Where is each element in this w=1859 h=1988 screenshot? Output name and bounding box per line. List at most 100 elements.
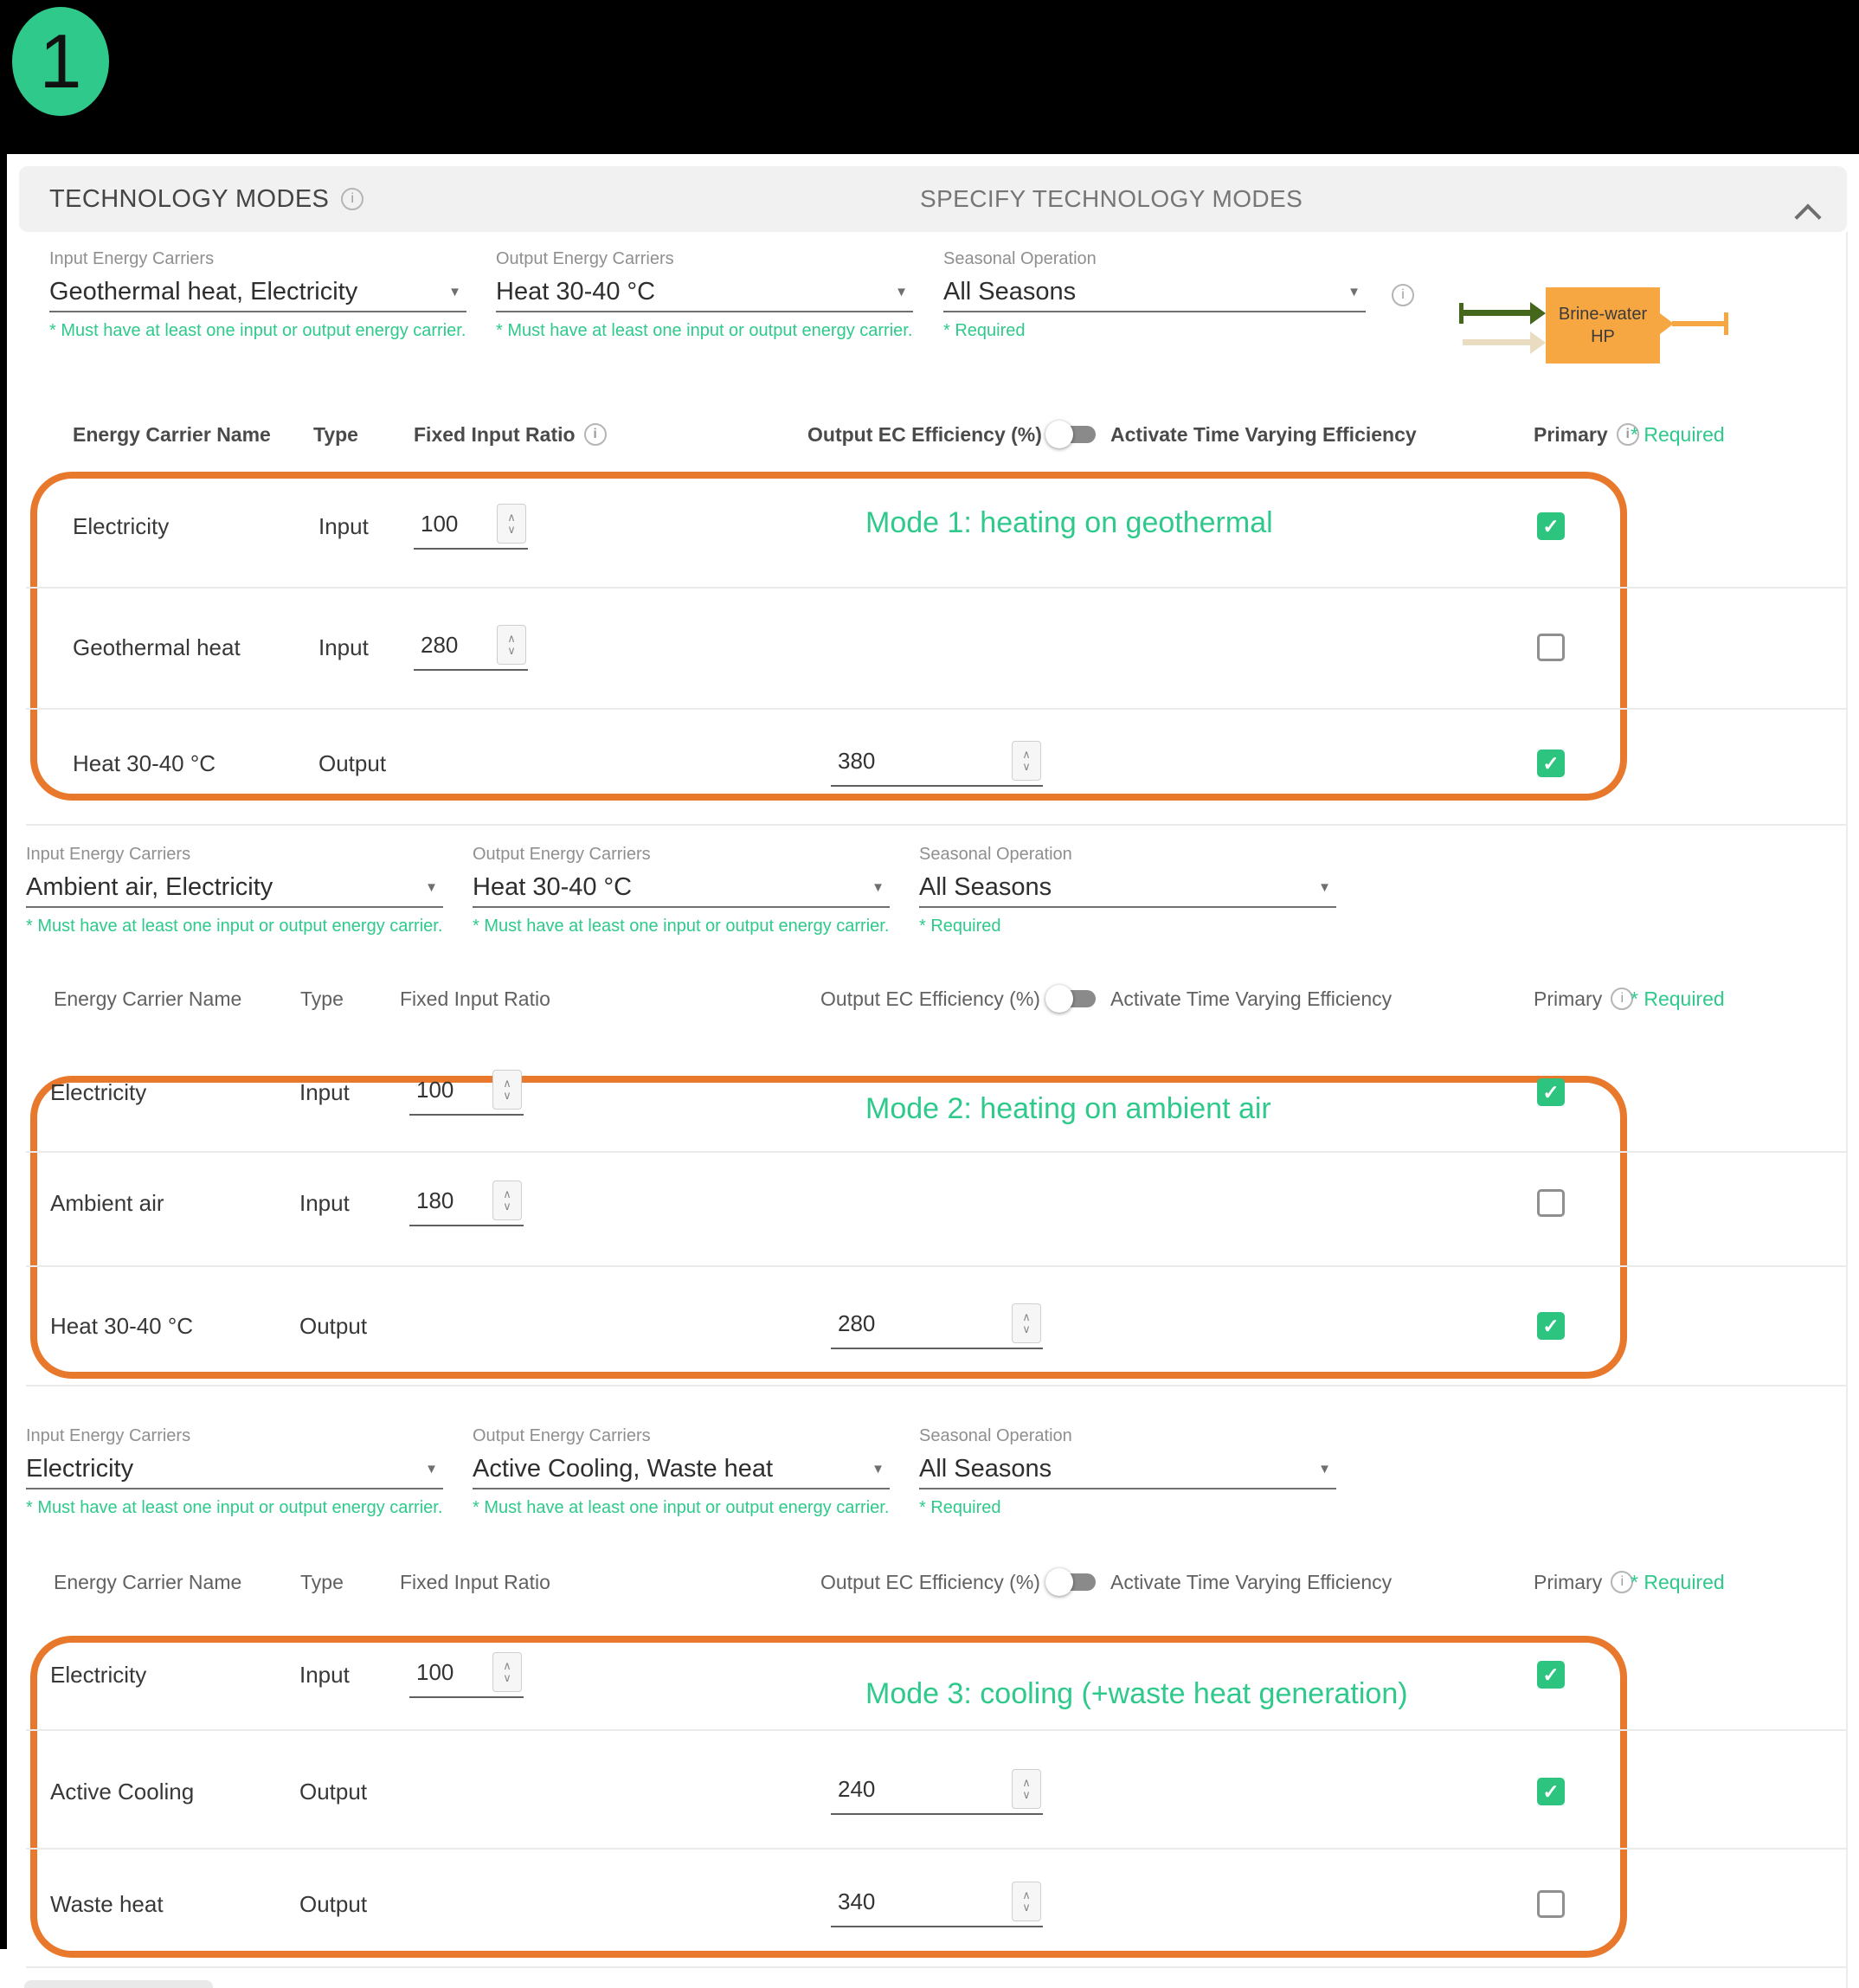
seasonal-select[interactable]: All Seasons ▼ — [943, 273, 1366, 312]
output-carriers-group: Output Energy Carriers Active Cooling, W… — [473, 1426, 890, 1518]
mode-1-annotation: Mode 1: heating on geothermal — [865, 506, 1273, 540]
time-varying-toggle[interactable] — [1045, 983, 1101, 1014]
row-divider — [26, 708, 1847, 710]
stepper-down-icon: ∨ — [507, 645, 516, 657]
seasonal-select[interactable]: All Seasons ▼ — [919, 868, 1336, 908]
fixed-input-ratio-field[interactable]: 280 ∧∨ — [414, 624, 528, 671]
step-number-badge: 1 — [12, 7, 109, 116]
input-carriers-label: Input Energy Carriers — [49, 249, 466, 269]
input-carriers-select[interactable]: Geothermal heat, Electricity ▼ — [49, 273, 466, 312]
primary-checkbox[interactable] — [1537, 634, 1565, 661]
seasonal-operation-group: Seasonal Operation All Seasons ▼ * Requi… — [919, 845, 1336, 936]
dropdown-caret-icon: ▼ — [1318, 880, 1336, 895]
panel-title: TECHNOLOGY MODES — [49, 185, 329, 214]
fixed-input-ratio-field[interactable]: 100 ∧∨ — [414, 503, 528, 550]
mode-2-annotation: Mode 2: heating on ambient air — [865, 1092, 1271, 1126]
stepper-down-icon: ∨ — [1022, 761, 1031, 773]
output-carriers-group: Output Energy Carriers Heat 30-40 °C ▼ *… — [496, 249, 913, 341]
number-stepper[interactable]: ∧∨ — [1012, 1769, 1041, 1809]
primary-checkbox[interactable] — [1537, 1312, 1565, 1340]
carrier-table-header: Energy Carrier Name Type Fixed Input Rat… — [0, 415, 1859, 454]
carrier-row: Ambient air Input 180 ∧∨ — [0, 1177, 1859, 1229]
stepper-down-icon: ∨ — [1022, 1901, 1031, 1914]
output-carriers-select[interactable]: Heat 30-40 °C ▼ — [473, 868, 890, 908]
carrier-row: Waste heat Output 340 ∧∨ — [0, 1878, 1859, 1930]
input-carriers-select[interactable]: Ambient air, Electricity ▼ — [26, 868, 443, 908]
primary-checkbox[interactable] — [1537, 1189, 1565, 1217]
carrier-hint: * Must have at least one input or output… — [49, 321, 466, 341]
stepper-up-icon: ∧ — [1022, 749, 1031, 761]
seasonal-operation-group: Seasonal Operation All Seasons ▼ * Requi… — [943, 249, 1366, 341]
number-stepper[interactable]: ∧∨ — [497, 625, 526, 665]
carrier-row: Active Cooling Output 240 ∧∨ — [0, 1766, 1859, 1818]
number-stepper[interactable]: ∧∨ — [497, 504, 526, 544]
fixed-input-ratio-field[interactable]: 100 ∧∨ — [409, 1069, 524, 1116]
input-carriers-group: Input Energy Carriers Ambient air, Elect… — [26, 845, 443, 936]
carrier-row: Geothermal heat Input 280 ∧∨ — [0, 621, 1859, 673]
partial-button[interactable] — [24, 1980, 213, 1988]
stepper-down-icon: ∨ — [503, 1090, 511, 1102]
number-stepper[interactable]: ∧∨ — [492, 1181, 522, 1220]
carrier-table-header: Energy Carrier Name Type Fixed Input Rat… — [0, 980, 1859, 1018]
output-carriers-label: Output Energy Carriers — [496, 249, 913, 269]
input-carriers-select[interactable]: Electricity ▼ — [26, 1450, 443, 1489]
fixed-input-ratio-field[interactable]: 100 ∧∨ — [409, 1651, 524, 1698]
dropdown-caret-icon: ▼ — [425, 1462, 443, 1477]
stepper-down-icon: ∨ — [503, 1200, 511, 1213]
stepper-up-icon: ∧ — [1022, 1889, 1031, 1901]
primary-checkbox[interactable] — [1537, 1078, 1565, 1106]
stepper-up-icon: ∧ — [503, 1188, 511, 1200]
time-varying-toggle[interactable] — [1045, 1567, 1101, 1598]
primary-checkbox[interactable] — [1537, 1890, 1565, 1918]
row-divider — [26, 1265, 1847, 1267]
seasonal-select[interactable]: All Seasons ▼ — [919, 1450, 1336, 1489]
info-icon[interactable]: i — [341, 188, 363, 210]
carrier-row: Heat 30-40 °C Output 380 ∧∨ — [0, 737, 1859, 789]
stepper-up-icon: ∧ — [503, 1660, 511, 1672]
primary-checkbox[interactable] — [1537, 750, 1565, 777]
carrier-hint: * Must have at least one input or output… — [496, 321, 913, 341]
number-stepper[interactable]: ∧∨ — [1012, 741, 1041, 781]
section-divider — [26, 1966, 1847, 1968]
stepper-down-icon: ∨ — [1022, 1789, 1031, 1801]
primary-checkbox[interactable] — [1537, 1661, 1565, 1689]
output-carriers-select[interactable]: Active Cooling, Waste heat ▼ — [473, 1450, 890, 1489]
stepper-up-icon: ∧ — [507, 633, 516, 645]
output-carriers-select[interactable]: Heat 30-40 °C ▼ — [496, 273, 913, 312]
dropdown-caret-icon: ▼ — [872, 1462, 890, 1477]
mode-3-annotation: Mode 3: cooling (+waste heat generation) — [865, 1677, 1408, 1711]
info-icon[interactable]: i — [1392, 284, 1414, 306]
row-divider — [26, 587, 1847, 589]
time-varying-toggle[interactable] — [1045, 419, 1101, 450]
panel-subtitle: SPECIFY TECHNOLOGY MODES — [920, 166, 1303, 232]
number-stepper[interactable]: ∧∨ — [1012, 1303, 1041, 1343]
number-stepper[interactable]: ∧∨ — [492, 1652, 522, 1692]
fixed-input-ratio-field[interactable]: 180 ∧∨ — [409, 1180, 524, 1226]
required-hint: * Required — [943, 321, 1366, 341]
stepper-down-icon: ∨ — [507, 524, 516, 536]
section-divider — [26, 824, 1847, 826]
output-efficiency-field[interactable]: 340 ∧∨ — [831, 1881, 1043, 1927]
stepper-up-icon: ∧ — [1022, 1311, 1031, 1323]
row-divider — [26, 1848, 1847, 1850]
number-stepper[interactable]: ∧∨ — [1012, 1882, 1041, 1921]
dropdown-caret-icon: ▼ — [1348, 285, 1366, 299]
dropdown-caret-icon: ▼ — [448, 285, 466, 299]
technology-diagram: Brine-water HP — [1457, 279, 1743, 369]
info-icon[interactable]: i — [584, 423, 607, 446]
primary-checkbox[interactable] — [1537, 1778, 1565, 1805]
output-carriers-group: Output Energy Carriers Heat 30-40 °C ▼ *… — [473, 845, 890, 936]
number-stepper[interactable]: ∧∨ — [492, 1070, 522, 1110]
stepper-up-icon: ∧ — [507, 511, 516, 524]
row-divider — [26, 1151, 1847, 1153]
brine-water-hp-box: Brine-water HP — [1546, 287, 1660, 364]
seasonal-operation-group: Seasonal Operation All Seasons ▼ * Requi… — [919, 1426, 1336, 1518]
primary-checkbox[interactable] — [1537, 512, 1565, 540]
output-efficiency-field[interactable]: 280 ∧∨ — [831, 1303, 1043, 1349]
stepper-up-icon: ∧ — [1022, 1777, 1031, 1789]
output-efficiency-field[interactable]: 240 ∧∨ — [831, 1768, 1043, 1815]
dropdown-caret-icon: ▼ — [872, 880, 890, 895]
output-efficiency-field[interactable]: 380 ∧∨ — [831, 740, 1043, 787]
input-carriers-group: Input Energy Carriers Geothermal heat, E… — [49, 249, 466, 341]
stepper-down-icon: ∨ — [1022, 1323, 1031, 1335]
